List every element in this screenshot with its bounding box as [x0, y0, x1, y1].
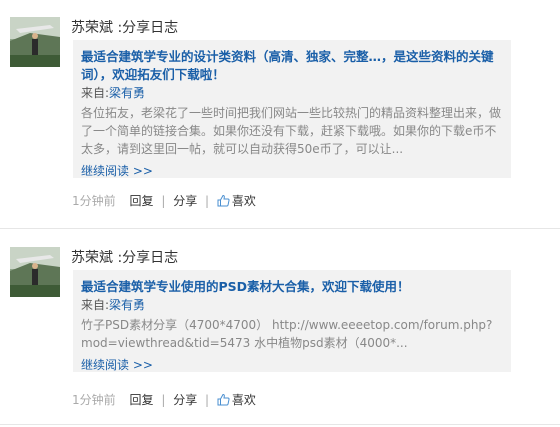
feed-action: :分享日志 [117, 20, 179, 36]
post-source: 来自:梁有勇 [81, 296, 503, 314]
reply-button[interactable]: 回复 [129, 393, 153, 407]
source-link[interactable]: 梁有勇 [109, 298, 145, 312]
like-label: 喜欢 [231, 194, 256, 208]
feed-action: :分享日志 [117, 250, 179, 266]
author-name[interactable]: 苏荣斌 [71, 250, 113, 266]
timestamp: 1分钟前 [72, 393, 116, 407]
like-button[interactable]: 喜欢 [217, 194, 256, 208]
post-excerpt: 竹子PSD素材分享（4700*4700） http://www.eeeetop.… [81, 318, 493, 350]
feed-header: 苏荣斌 :分享日志 [71, 247, 178, 267]
reply-button[interactable]: 回复 [129, 194, 153, 208]
separator: | [205, 194, 210, 208]
feed-divider [0, 424, 560, 425]
post-excerpt: 各位拓友，老梁花了一些时间把我们网站一些比较热门的精品资料整理出来，做了一个简单… [81, 106, 502, 156]
avatar[interactable] [10, 247, 60, 297]
source-link[interactable]: 梁有勇 [109, 86, 145, 100]
read-more-link[interactable]: 继续阅读 >> [81, 356, 153, 374]
share-button[interactable]: 分享 [173, 194, 197, 208]
thumbs-up-icon [217, 393, 230, 406]
feed-actions: 1分钟前 回复 | 分享 | 喜欢 [72, 192, 256, 209]
separator: | [161, 194, 166, 208]
source-label: 来自: [81, 298, 110, 312]
shared-post-card: 最适合建筑学专业的设计类资料（高清、独家、完整…，是这些资料的关键词），欢迎拓友… [73, 40, 511, 178]
separator: | [205, 393, 210, 407]
feed-actions: 1分钟前 回复 | 分享 | 喜欢 [72, 391, 256, 408]
shared-post-card: 最适合建筑学专业使用的PSD素材大合集，欢迎下载使用！ 来自:梁有勇 竹子PSD… [73, 270, 511, 372]
separator: | [161, 393, 166, 407]
activity-feed: 苏荣斌 :分享日志 最适合建筑学专业的设计类资料（高清、独家、完整…，是这些资料… [0, 0, 560, 427]
source-label: 来自: [81, 86, 110, 100]
share-button[interactable]: 分享 [173, 393, 197, 407]
post-title[interactable]: 最适合建筑学专业使用的PSD素材大合集，欢迎下载使用！ [81, 278, 503, 296]
post-source: 来自:梁有勇 [81, 84, 503, 102]
feed-header: 苏荣斌 :分享日志 [71, 17, 178, 37]
timestamp: 1分钟前 [72, 194, 116, 208]
like-label: 喜欢 [231, 393, 256, 407]
author-name[interactable]: 苏荣斌 [71, 20, 113, 36]
post-title[interactable]: 最适合建筑学专业的设计类资料（高清、独家、完整…，是这些资料的关键词），欢迎拓友… [81, 48, 503, 84]
feed-divider [0, 228, 560, 229]
thumbs-up-icon [217, 194, 230, 207]
like-button[interactable]: 喜欢 [217, 393, 256, 407]
avatar[interactable] [10, 17, 60, 67]
read-more-link[interactable]: 继续阅读 >> [81, 162, 153, 180]
